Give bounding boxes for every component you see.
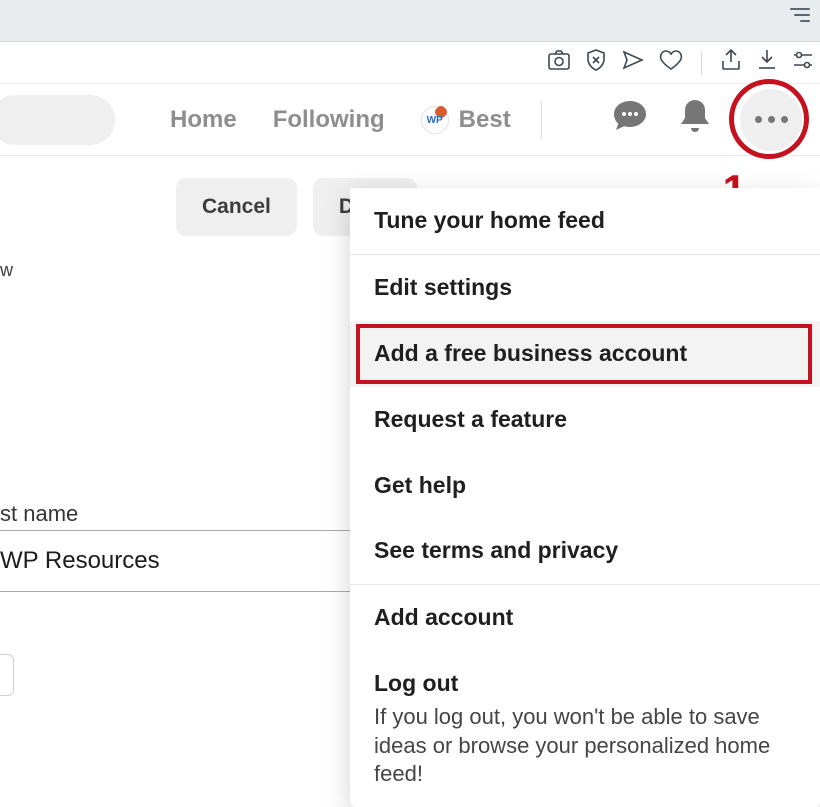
nav-separator: [541, 101, 542, 139]
camera-icon[interactable]: [547, 49, 571, 76]
menu-get-help[interactable]: Get help: [350, 453, 820, 519]
hamburger-icon[interactable]: [790, 8, 810, 22]
menu-log-out-label: Log out: [374, 670, 458, 696]
nav-links: Home Following WP Best: [170, 106, 511, 134]
browser-top-bar: [0, 0, 820, 42]
nav-best-label: Best: [459, 106, 511, 134]
browser-toolbar: [0, 42, 820, 84]
app-header: Home Following WP Best: [0, 84, 820, 156]
menu-add-account[interactable]: Add account: [350, 585, 820, 651]
menu-terms-privacy[interactable]: See terms and privacy: [350, 518, 820, 584]
notifications-icon[interactable]: [678, 98, 712, 141]
toolbar-divider: [701, 51, 702, 75]
menu-add-business-account-label: Add a free business account: [374, 340, 687, 366]
send-icon[interactable]: [621, 49, 645, 76]
menu-tune-feed[interactable]: Tune your home feed: [350, 188, 820, 254]
shield-x-icon[interactable]: [585, 48, 607, 77]
menu-log-out[interactable]: Log out If you log out, you won't be abl…: [350, 651, 820, 807]
nav-following[interactable]: Following: [273, 106, 385, 134]
search-pill[interactable]: [0, 95, 115, 145]
download-icon[interactable]: [756, 48, 778, 77]
menu-request-feature[interactable]: Request a feature: [350, 387, 820, 453]
nav-home[interactable]: Home: [170, 106, 237, 134]
more-options-menu: Tune your home feed Edit settings Add a …: [350, 188, 820, 807]
partial-element: [0, 654, 14, 696]
settings-sliders-icon[interactable]: [792, 49, 814, 76]
menu-add-business-account[interactable]: Add a free business account 2: [350, 321, 820, 387]
nav-best[interactable]: WP Best: [421, 106, 511, 134]
share-icon[interactable]: [720, 48, 742, 77]
wp-badge-icon: WP: [421, 106, 449, 134]
cancel-button[interactable]: Cancel: [176, 178, 297, 236]
messages-icon[interactable]: [610, 97, 650, 142]
menu-log-out-subtext: If you log out, you won't be able to sav…: [374, 703, 796, 789]
header-icons: [610, 89, 802, 151]
menu-edit-settings[interactable]: Edit settings: [350, 255, 820, 321]
more-options-button[interactable]: [740, 89, 802, 151]
heart-icon[interactable]: [659, 49, 683, 76]
